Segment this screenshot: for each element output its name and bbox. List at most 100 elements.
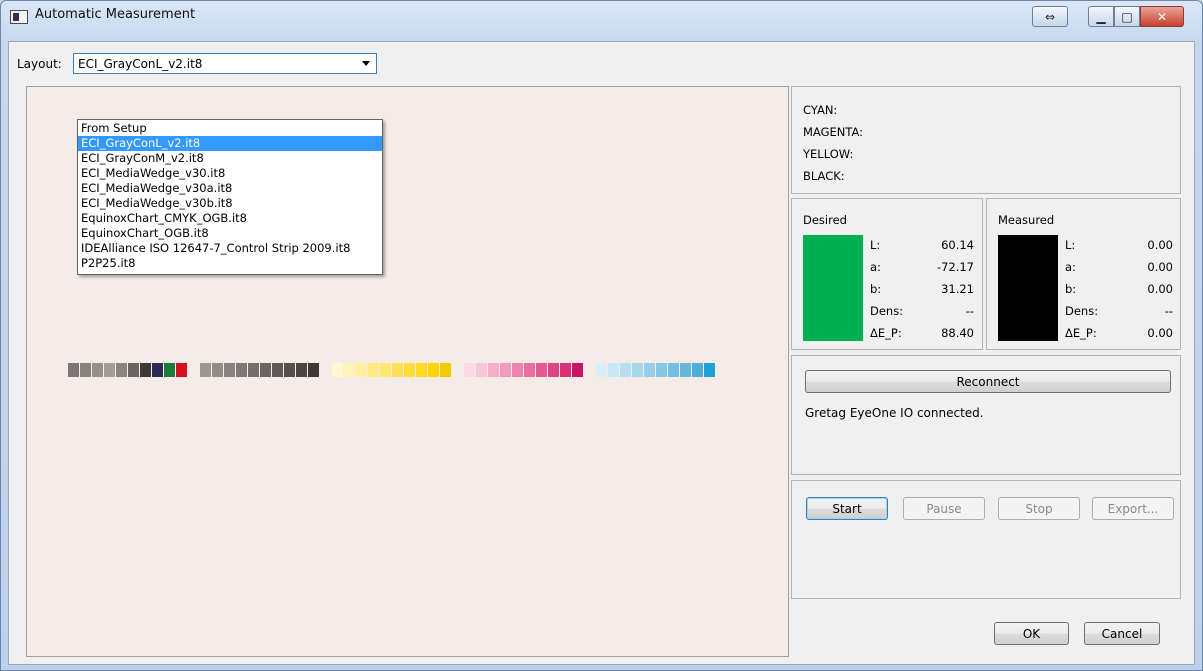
color-patch [176, 363, 187, 377]
color-patch [224, 363, 235, 377]
desired-row-dens: Dens: -- [870, 304, 974, 320]
color-patch [92, 363, 103, 377]
stop-button[interactable]: Stop [998, 497, 1080, 520]
measured-row-l: L: 0.00 [1065, 238, 1173, 254]
color-patch [644, 363, 655, 377]
color-patch [164, 363, 175, 377]
ink-label-yellow: YELLOW: [803, 147, 854, 161]
connection-status: Gretag EyeOne IO connected. [805, 406, 984, 420]
color-patch [260, 363, 271, 377]
color-patch [512, 363, 523, 377]
client-area: Layout: ECI_GrayConL_v2.it8 CYAN: MAGENT… [8, 41, 1195, 665]
start-button[interactable]: Start [806, 497, 888, 520]
lab-value: 60.14 [941, 238, 974, 252]
layout-option[interactable]: P2P25.it8 [78, 256, 382, 271]
lab-value: -72.17 [936, 260, 974, 274]
color-patch [536, 363, 547, 377]
color-patch [632, 363, 643, 377]
layout-option[interactable]: EquinoxChart_OGB.it8 [78, 226, 382, 241]
color-patch [104, 363, 115, 377]
maximize-button[interactable]: □ [1114, 6, 1140, 27]
lab-key: Dens: [1065, 304, 1099, 318]
layout-select[interactable]: ECI_GrayConL_v2.it8 [73, 53, 377, 74]
color-patch [584, 363, 595, 377]
app-icon [10, 10, 28, 24]
layout-option[interactable]: ECI_MediaWedge_v30b.it8 [78, 196, 382, 211]
color-strip [68, 363, 768, 377]
lab-value: 88.40 [941, 326, 974, 340]
reconnect-button[interactable]: Reconnect [805, 370, 1171, 393]
layout-option[interactable]: IDEAlliance ISO 12647-7_Control Strip 20… [78, 241, 382, 256]
close-button[interactable]: ✕ [1140, 6, 1184, 27]
measured-row-a: a: 0.00 [1065, 260, 1173, 276]
lab-key: b: [1065, 282, 1077, 296]
maximize-icon: □ [1121, 9, 1133, 24]
layout-option[interactable]: ECI_GrayConL_v2.it8 [78, 136, 382, 151]
color-patch [308, 363, 319, 377]
color-patch [704, 363, 715, 377]
close-icon: ✕ [1156, 9, 1168, 24]
color-patch [656, 363, 667, 377]
layout-dropdown-list[interactable]: From Setup ECI_GrayConL_v2.it8 ECI_GrayCon… [77, 119, 383, 275]
lab-key: a: [1065, 260, 1076, 274]
lab-key: Dens: [870, 304, 904, 318]
measurement-controls-panel: Start Pause Stop Export... [791, 480, 1181, 599]
color-patch [608, 363, 619, 377]
measured-row-dens: Dens: -- [1065, 304, 1173, 320]
layout-option[interactable]: ECI_MediaWedge_v30a.it8 [78, 181, 382, 196]
chevron-down-icon [362, 61, 370, 66]
minimize-icon: ▁ [1096, 9, 1106, 24]
color-patch [80, 363, 91, 377]
measured-panel: Measured L: 0.00 a: 0.00 b: 0.00 Dens: -- ΔE… [986, 198, 1181, 350]
pause-button[interactable]: Pause [903, 497, 985, 520]
color-patch [212, 363, 223, 377]
color-patch [500, 363, 511, 377]
color-patch [68, 363, 79, 377]
color-patch [188, 363, 199, 377]
layout-option[interactable]: ECI_GrayConM_v2.it8 [78, 151, 382, 166]
color-patch [668, 363, 679, 377]
color-patch [272, 363, 283, 377]
color-patch [296, 363, 307, 377]
color-patch [236, 363, 247, 377]
color-patch [152, 363, 163, 377]
swap-icon: ⇔ [1044, 9, 1056, 24]
lab-key: ΔE_P: [870, 326, 902, 340]
title-bar[interactable]: Automatic Measurement ⇔ ▁ □ ✕ [1, 1, 1202, 41]
color-patch [248, 363, 259, 377]
color-patch [332, 363, 343, 377]
lab-key: L: [1065, 238, 1076, 252]
lab-key: L: [870, 238, 881, 252]
lab-key: ΔE_P: [1065, 326, 1097, 340]
color-patch [284, 363, 295, 377]
ink-label-magenta: MAGENTA: [803, 125, 864, 139]
export-button[interactable]: Export... [1092, 497, 1174, 520]
color-patch [476, 363, 487, 377]
color-patch [524, 363, 535, 377]
color-patch [392, 363, 403, 377]
cancel-button[interactable]: Cancel [1084, 622, 1160, 645]
minimize-button[interactable]: ▁ [1088, 6, 1114, 27]
layout-selected-value: ECI_GrayConL_v2.it8 [78, 56, 203, 71]
color-patch [428, 363, 439, 377]
lab-value: 31.21 [941, 282, 974, 296]
layout-option[interactable]: ECI_MediaWedge_v30.it8 [78, 166, 382, 181]
color-patch [572, 363, 583, 377]
lab-value: -- [1164, 304, 1173, 318]
color-patch [356, 363, 367, 377]
color-patch [128, 363, 139, 377]
layout-option[interactable]: From Setup [78, 121, 382, 136]
color-patch [680, 363, 691, 377]
desired-title: Desired [803, 213, 847, 227]
swap-window-button[interactable]: ⇔ [1032, 6, 1068, 27]
desired-color-swatch [803, 235, 863, 341]
desired-panel: Desired L: 60.14 a: -72.17 b: 31.21 Dens: --… [791, 198, 983, 350]
color-patch [440, 363, 451, 377]
connection-panel: Reconnect Gretag EyeOne IO connected. [791, 355, 1181, 475]
color-patch [620, 363, 631, 377]
ok-button[interactable]: OK [994, 622, 1069, 645]
desired-row-de: ΔE_P: 88.40 [870, 326, 974, 342]
layout-option[interactable]: EquinoxChart_CMYK_OGB.it8 [78, 211, 382, 226]
ink-label-cyan: CYAN: [803, 103, 838, 117]
lab-value: -- [965, 304, 974, 318]
